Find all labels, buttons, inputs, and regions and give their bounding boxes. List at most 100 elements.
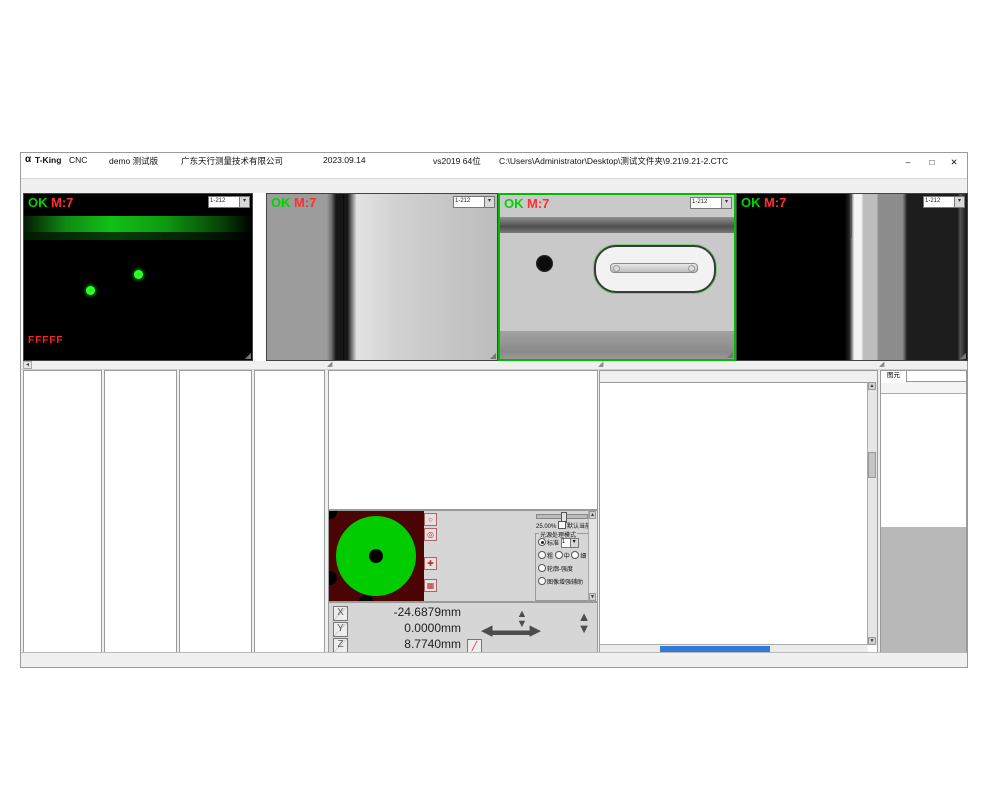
slot-pin-graphic [610, 263, 698, 273]
light-mode-groupbox: 光源处理模式 标准 ▾1 粗 中 细 轮廓-强度 [535, 533, 593, 601]
coarse-radio[interactable] [538, 551, 546, 559]
edge-marker-graphic [851, 194, 852, 238]
grid-light-mode-icon[interactable]: ▦ [424, 579, 437, 592]
ring-light-preview[interactable] [329, 511, 424, 601]
default-mode-checkbox[interactable] [558, 521, 566, 529]
scroll-down-button[interactable]: ▼ [589, 593, 596, 601]
z-axis-value: 8.7740mm [351, 637, 461, 651]
camera1-selector-dropdown[interactable]: 1-212 ▾ [208, 196, 250, 208]
open-file-path: C:\Users\Administrator\Desktop\测试文件夹\9.2… [499, 155, 728, 167]
part-lower-edge-graphic [500, 331, 734, 361]
title-bar: α T-King CNC demo 测试版 广东天行测量技术有限公司 2023.… [21, 153, 967, 168]
coordinate-readout: X -24.6879mm Y 0.0000mm Z 8.7740mm ╱ ◀▬▬… [328, 602, 598, 654]
laser-band-graphic [24, 216, 252, 232]
scroll-up-button[interactable]: ▲ [868, 382, 876, 390]
panel-header-strip: ◂ ◢ ◢ ◢ [21, 361, 967, 370]
measure-toolbox [328, 370, 598, 510]
x-axis-value: -24.6879mm [351, 605, 461, 619]
app-window: α T-King CNC demo 测试版 广东天行测量技术有限公司 2023.… [20, 152, 968, 668]
element-table-rows [881, 393, 966, 527]
resize-grip-icon[interactable]: ◢ [727, 351, 733, 359]
camera-view-1[interactable]: OK M:7 1-212 ▾ FFFFF ◢ [23, 193, 253, 361]
feature-list-4 [254, 370, 325, 654]
light-options: 25.00% 默认当前模式 光源处理模式 标准 ▾1 粗 中 细 [534, 511, 597, 601]
laser-dot [86, 286, 95, 295]
enhance-radio[interactable] [538, 577, 546, 585]
resize-grip-icon[interactable]: ◢ [598, 361, 603, 369]
contour-radio[interactable] [538, 564, 546, 572]
ring-light-mode-icon[interactable]: ○ [424, 513, 437, 526]
medium-radio[interactable] [555, 551, 563, 559]
close-button[interactable]: ✕ [943, 155, 965, 169]
results-grid [600, 382, 868, 645]
camera3-ok-status: OK [504, 196, 524, 211]
jog-xy-horizontal-control[interactable]: ◀▬▬▬▶ [481, 623, 539, 639]
camera1-ok-status: OK [28, 195, 48, 210]
part-edge-graphic [500, 217, 734, 233]
status-bar [21, 652, 967, 667]
camera-view-4[interactable]: OK M:7 1-212 ▾ ◢ [736, 193, 968, 361]
jog-xy-vertical-control[interactable]: ▲▼ [515, 609, 529, 629]
camera2-selector-dropdown[interactable]: 1-212 ▾ [453, 196, 495, 208]
build-date: 2023.09.14 [323, 155, 366, 165]
camera4-selector-dropdown[interactable]: 1-212 ▾ [923, 196, 965, 208]
resize-grip-icon[interactable]: ◢ [879, 361, 884, 369]
resize-grip-icon[interactable]: ◢ [245, 352, 251, 360]
coax-light-mode-icon[interactable]: ◎ [424, 528, 437, 541]
corner-lamp-dot [329, 511, 337, 519]
tab-element[interactable]: 图元 [881, 371, 907, 383]
company-name: 广东天行测量技术有限公司 [181, 155, 283, 167]
camera4-ok-status: OK [741, 195, 761, 210]
master-intensity-slider[interactable] [536, 514, 588, 519]
options-scrollbar[interactable]: ▲ ▼ [588, 511, 597, 601]
results-panel: ▲ ▼ [599, 370, 878, 654]
resize-grip-icon[interactable]: ◢ [960, 352, 966, 360]
camera-view-2[interactable]: OK M:7 1-212 ▾ ◢ [266, 193, 498, 361]
enhance-label: 图像增强辅助 [547, 580, 583, 586]
corner-lamp-dot [359, 595, 373, 601]
tools-column: ○ ◎ ✚ ▦ 25.00% 默认当前模式 光源处理模式 标准 ▾1 [328, 370, 598, 654]
x-axis-icon: X [333, 606, 348, 621]
main-area: ◂ ◢ ◢ ◢ ○ ◎ ✚ ▦ [21, 361, 967, 655]
cross-light-mode-icon[interactable]: ✚ [424, 557, 437, 570]
y-axis-value: 0.0000mm [351, 621, 461, 635]
maximize-button[interactable]: □ [921, 155, 943, 169]
y-axis-icon: Y [333, 622, 348, 637]
resize-grip-icon[interactable]: ◢ [490, 352, 496, 360]
feature-list-3 [179, 370, 252, 654]
part-slot-graphic [594, 245, 716, 293]
level-dropdown[interactable]: ▾1 [561, 538, 579, 548]
coarse-label: 粗 [547, 554, 553, 560]
app-logo-icon: α [25, 154, 31, 165]
jog-controls: ◀▬▬▬▶ ▲▼ ▲▼ [481, 609, 597, 653]
light-control-panel: ○ ◎ ✚ ▦ 25.00% 默认当前模式 光源处理模式 标准 ▾1 [328, 510, 598, 602]
results-vertical-scrollbar[interactable]: ▲ ▼ [867, 382, 877, 645]
laser-dot [134, 270, 143, 279]
resize-grip-icon[interactable]: ◢ [327, 361, 332, 369]
fine-radio[interactable] [571, 551, 579, 559]
standard-radio[interactable] [538, 538, 546, 546]
jog-z-control[interactable]: ▲▼ [577, 611, 591, 635]
part-hole-graphic [536, 255, 553, 272]
pin-end-graphic [688, 265, 695, 272]
chevron-down-icon: ▾ [721, 198, 731, 208]
scroll-left-button[interactable]: ◂ [23, 361, 32, 369]
camera3-mode-label: M:7 [527, 196, 549, 211]
medium-label: 中 [564, 554, 570, 560]
scroll-down-button[interactable]: ▼ [868, 637, 876, 645]
camera-view-3-selected[interactable]: OK M:7 1-212 ▾ ◢ [498, 193, 736, 361]
camera2-mode-label: M:7 [294, 195, 316, 210]
camera1-mode-label: M:7 [51, 195, 73, 210]
minimize-button[interactable]: – [897, 155, 919, 169]
z-axis-icon: Z [333, 638, 348, 653]
scroll-up-button[interactable]: ▲ [589, 511, 596, 519]
chevron-down-icon: ▾ [239, 197, 249, 207]
element-panel: 图元 [880, 370, 967, 654]
camera3-selector-dropdown[interactable]: 1-212 ▾ [690, 197, 732, 209]
ring-light-center [369, 549, 383, 563]
contour-label: 轮廓-强度 [547, 567, 573, 573]
camera2-ok-status: OK [271, 195, 291, 210]
standard-label: 标准 [547, 541, 559, 547]
scrollbar-thumb[interactable] [868, 452, 876, 478]
menu-bar [21, 168, 967, 179]
